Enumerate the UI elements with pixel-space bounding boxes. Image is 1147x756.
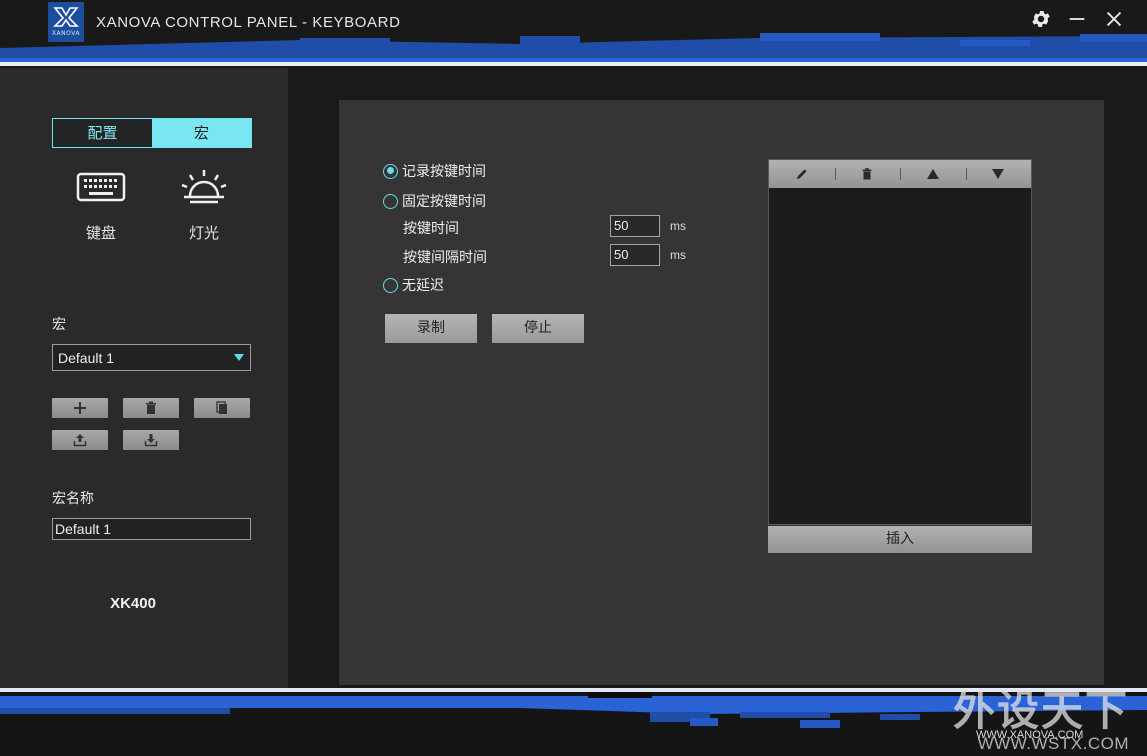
key-interval-label: 按键间隔时间	[403, 250, 487, 266]
xanova-logo: XANOVA	[48, 2, 84, 42]
insert-button[interactable]: 插入	[768, 526, 1032, 553]
download-icon	[144, 434, 158, 447]
export-macro-button[interactable]	[52, 430, 108, 450]
logo-text: XANOVA	[51, 30, 81, 37]
macro-select[interactable]: Default 1	[52, 344, 251, 371]
macro-select-value: Default 1	[58, 350, 115, 366]
watermark: 外设天下 WWW.WSTX.COM	[953, 688, 1129, 754]
record-button[interactable]: 录制	[385, 314, 477, 343]
title-bar-decoration	[0, 33, 1147, 66]
footer-bar: 外设天下 WWW.WSTX.COM WWW.XANOVA.COM	[0, 688, 1147, 756]
move-up-button[interactable]	[900, 160, 966, 188]
light-icon	[181, 170, 227, 204]
macro-name-label: 宏名称	[52, 491, 94, 507]
device-model: XK400	[110, 595, 156, 612]
nav-light[interactable]: 灯光	[169, 168, 239, 243]
watermark-title: 外设天下	[952, 688, 1129, 735]
tab-macro[interactable]: 宏	[152, 119, 251, 147]
minimize-icon[interactable]	[1066, 8, 1088, 30]
add-macro-button[interactable]	[52, 398, 108, 418]
macro-event-list[interactable]	[768, 159, 1032, 525]
key-interval-input[interactable]: 50	[610, 244, 660, 266]
tab-config[interactable]: 配置	[53, 119, 152, 147]
option-no-delay-label: 无延迟	[402, 278, 444, 294]
keyboard-icon	[76, 172, 126, 202]
nav-keyboard-label: 键盘	[85, 224, 116, 242]
macro-name-input[interactable]: Default 1	[52, 518, 251, 540]
key-time-unit: ms	[670, 219, 686, 233]
gear-icon[interactable]	[1030, 8, 1052, 30]
option-record-time[interactable]: 记录按键时间	[383, 161, 486, 181]
option-no-delay[interactable]: 无延迟	[383, 275, 444, 295]
sidebar: 配置 宏 键盘 灯光 宏 Default 1 宏名称 Default 1 XK4…	[0, 68, 288, 688]
list-toolbar	[769, 160, 1031, 188]
delete-event-button[interactable]	[834, 160, 901, 188]
window-title: XANOVA CONTROL PANEL - KEYBOARD	[96, 14, 401, 31]
upload-icon	[73, 434, 87, 447]
close-icon[interactable]	[1103, 8, 1125, 30]
nav-keyboard[interactable]: 键盘	[66, 168, 136, 243]
radio-button	[383, 193, 398, 209]
arrow-up-icon	[926, 169, 939, 179]
arrow-down-icon	[992, 169, 1005, 179]
radio-button	[383, 277, 398, 293]
chevron-down-icon	[234, 354, 244, 361]
edit-icon	[796, 169, 807, 179]
radio-button	[383, 163, 398, 179]
stop-button[interactable]: 停止	[492, 314, 584, 343]
plus-icon	[74, 402, 86, 414]
key-time-label: 按键时间	[403, 221, 459, 237]
key-interval-unit: ms	[670, 248, 686, 262]
copy-macro-button[interactable]	[194, 398, 250, 418]
macro-label: 宏	[52, 317, 66, 333]
trash-icon	[862, 168, 872, 180]
tab-bar: 配置 宏	[52, 118, 252, 148]
delete-macro-button[interactable]	[123, 398, 179, 418]
option-fixed-time[interactable]: 固定按键时间	[383, 191, 486, 211]
title-bar: XANOVA XANOVA CONTROL PANEL - KEYBOARD	[0, 0, 1147, 68]
main-panel: 记录按键时间 固定按键时间 按键时间 50 ms 按键间隔时间 50 ms 无延…	[339, 100, 1104, 685]
trash-icon	[146, 401, 156, 414]
key-time-input[interactable]: 50	[610, 215, 660, 237]
import-macro-button[interactable]	[123, 430, 179, 450]
copy-icon	[216, 401, 227, 414]
footer-url: WWW.XANOVA.COM	[976, 729, 1084, 741]
option-record-time-label: 记录按键时间	[402, 164, 486, 180]
edit-button[interactable]	[769, 160, 835, 188]
nav-light-label: 灯光	[188, 224, 219, 242]
move-down-button[interactable]	[965, 160, 1032, 188]
option-fixed-time-label: 固定按键时间	[402, 194, 486, 210]
